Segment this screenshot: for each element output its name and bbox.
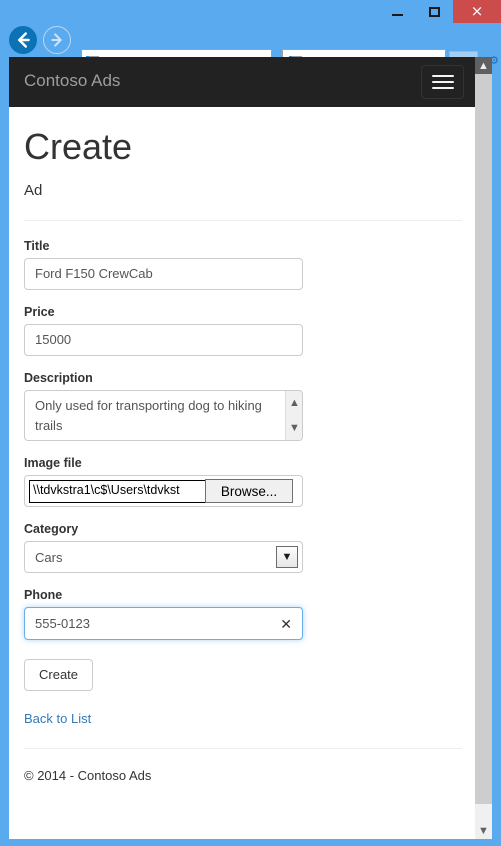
- maximize-button[interactable]: [416, 0, 453, 23]
- form-group-phone: Phone 555-0123 ✕: [24, 588, 462, 640]
- page-scrollbar[interactable]: ▲ ▼: [475, 57, 492, 839]
- create-button[interactable]: Create: [24, 659, 94, 691]
- input-image-file[interactable]: \\tdvkstra1\c$\Users\tdvkst Browse...: [24, 475, 303, 507]
- input-phone-value: 555-0123: [35, 616, 90, 631]
- back-button[interactable]: [9, 26, 37, 54]
- browser-window: × http://localhost:30351,: [0, 0, 501, 846]
- close-icon: ×: [470, 2, 484, 20]
- forward-arrow-icon: [51, 33, 62, 47]
- label-title: Title: [24, 239, 50, 253]
- form-group-category: Category Cars ▼: [24, 522, 462, 573]
- file-path-text[interactable]: \\tdvkstra1\c$\Users\tdvkst: [29, 479, 205, 503]
- page-viewport: Contoso Ads Create Ad Title Ford F150 Cr…: [9, 57, 492, 839]
- hamburger-icon-bar: [431, 87, 454, 89]
- form-group-image-file: Image file \\tdvkstra1\c$\Users\tdvkst B…: [24, 456, 462, 507]
- minimize-button[interactable]: [379, 0, 416, 23]
- hamburger-icon-bar: [431, 81, 454, 83]
- scrollbar-thumb[interactable]: [475, 74, 492, 804]
- minimize-icon: [392, 14, 403, 16]
- label-description: Description: [24, 371, 93, 385]
- form-group-description: Description Only used for transporting d…: [24, 371, 462, 441]
- forward-button[interactable]: [43, 26, 71, 54]
- scroll-up-icon[interactable]: ▲: [286, 391, 302, 415]
- navbar-brand[interactable]: Contoso Ads: [24, 70, 120, 92]
- textarea-scrollbar[interactable]: ▲ ▼: [285, 391, 302, 440]
- clear-icon[interactable]: ✕: [280, 617, 292, 631]
- page-title: Create: [24, 126, 133, 167]
- title-divider: [24, 220, 462, 221]
- maximize-icon: [429, 6, 440, 17]
- back-to-list-link[interactable]: Back to List: [24, 711, 462, 726]
- footer-divider: [24, 748, 462, 749]
- chevron-down-icon[interactable]: ▼: [276, 546, 298, 568]
- window-bottom-strip: [0, 839, 501, 846]
- scroll-up-icon[interactable]: ▲: [475, 57, 492, 74]
- browse-button[interactable]: Browse...: [205, 479, 293, 503]
- scroll-down-icon[interactable]: ▼: [475, 822, 492, 839]
- input-price[interactable]: 15000: [24, 324, 303, 356]
- scroll-down-icon[interactable]: ▼: [286, 416, 302, 440]
- hamburger-icon-bar: [431, 75, 454, 77]
- form-group-title: Title Ford F150 CrewCab: [24, 239, 462, 290]
- window-controls: ×: [379, 0, 501, 23]
- browser-toolbar: http://localhost:30351, ▼ Create - Conto…: [0, 23, 501, 78]
- footer-copyright: © 2014 - Contoso Ads: [24, 768, 152, 783]
- textarea-description[interactable]: Only used for transporting dog to hiking…: [24, 390, 303, 441]
- select-category-value: Cars: [35, 549, 63, 565]
- close-window-button[interactable]: ×: [453, 0, 501, 23]
- form-group-price: Price 15000: [24, 305, 462, 356]
- label-image-file: Image file: [24, 456, 82, 470]
- label-category: Category: [24, 522, 79, 536]
- page-subtitle: Ad: [24, 182, 43, 199]
- input-phone[interactable]: 555-0123 ✕: [24, 607, 303, 640]
- back-arrow-icon: [18, 32, 30, 48]
- site-navbar: Contoso Ads: [9, 57, 492, 107]
- page-content: Create Ad Title Ford F150 CrewCab Price …: [9, 107, 477, 783]
- title-bar: ×: [0, 0, 501, 23]
- select-category[interactable]: Cars ▼: [24, 541, 303, 573]
- input-title[interactable]: Ford F150 CrewCab: [24, 258, 303, 290]
- label-phone: Phone: [24, 588, 63, 602]
- navbar-toggle-button[interactable]: [421, 65, 464, 99]
- textarea-description-value: Only used for transporting dog to hiking…: [35, 398, 262, 433]
- label-price: Price: [24, 305, 55, 319]
